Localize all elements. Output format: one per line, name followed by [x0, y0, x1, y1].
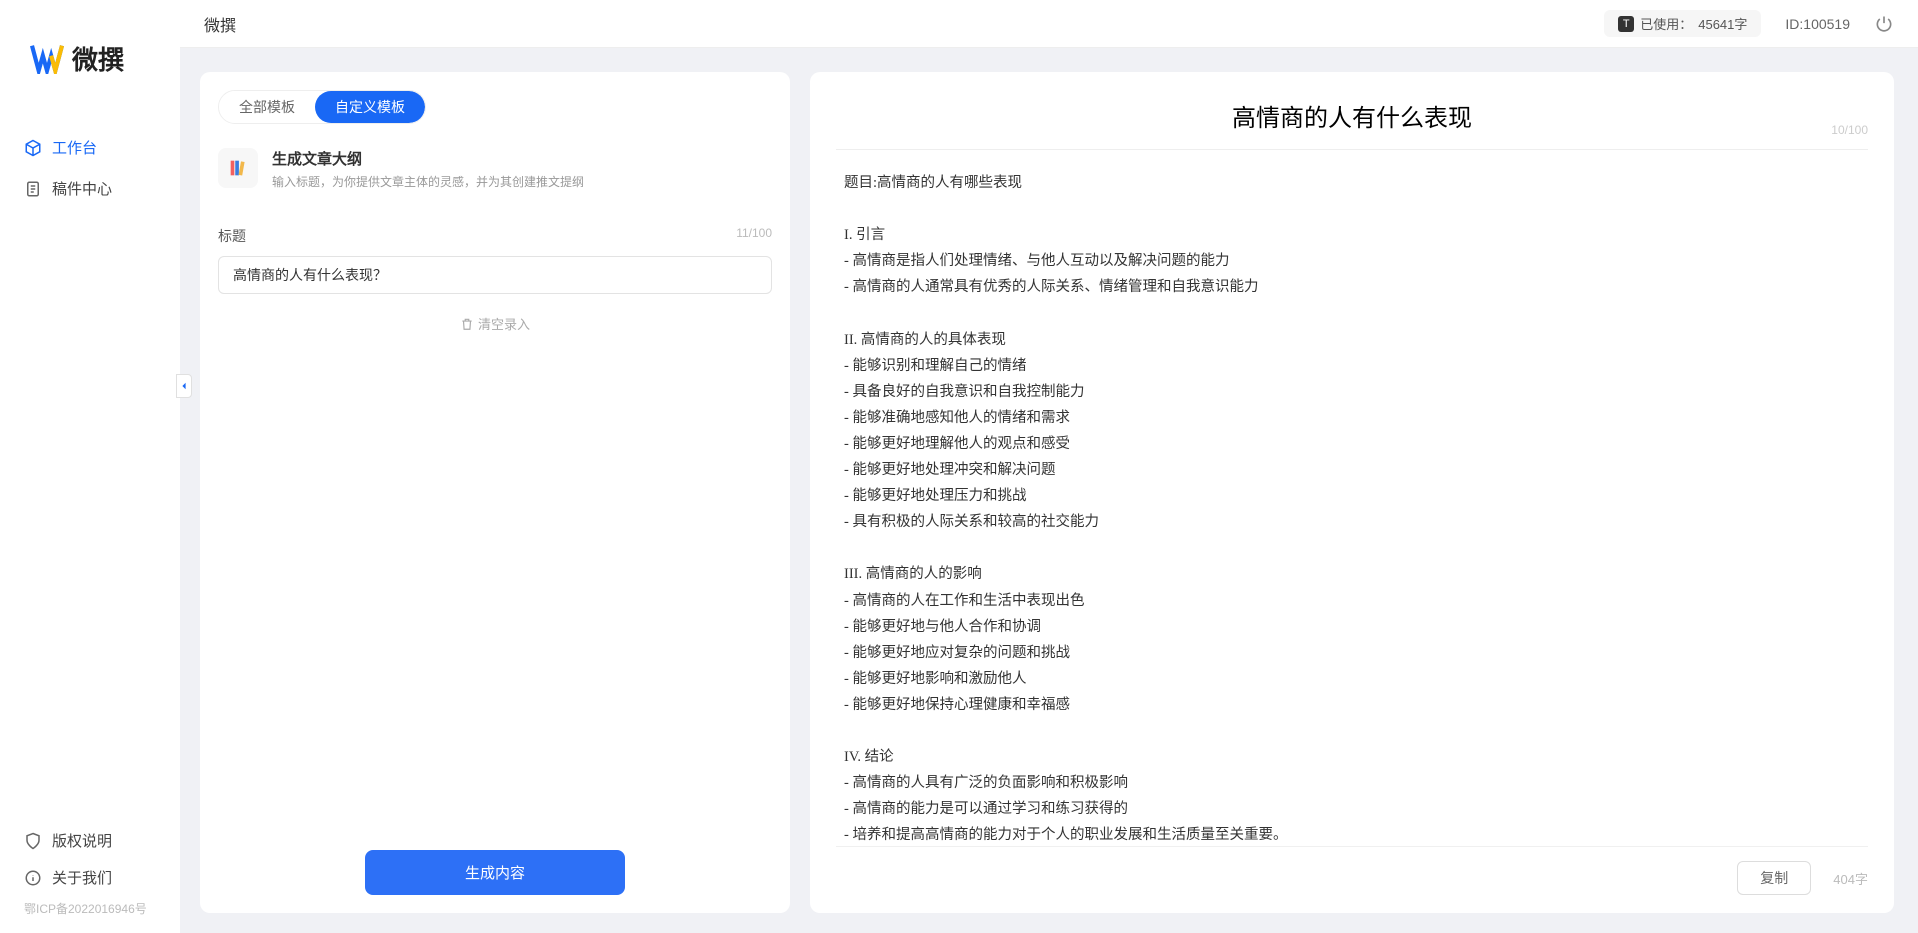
template-tabs: 全部模板 自定义模板	[218, 90, 426, 124]
logo-icon	[30, 44, 64, 74]
field-label: 标题	[218, 226, 246, 246]
content-area: 全部模板 自定义模板 生成文章大纲 输入标题，为你提供文章主体的灵感，并为其创建…	[180, 48, 1918, 933]
title-field-block: 标题 11/100	[218, 226, 772, 294]
text-badge-icon: T	[1618, 16, 1634, 32]
chevron-left-icon	[180, 382, 188, 390]
nav-about[interactable]: 关于我们	[0, 859, 180, 896]
icp-text: 鄂ICP备2022016946号	[0, 896, 180, 921]
sidebar-bottom: 版权说明 关于我们 鄂ICP备2022016946号	[0, 822, 180, 933]
nav-label: 关于我们	[52, 867, 112, 888]
copy-button[interactable]: 复制	[1737, 861, 1811, 895]
logo[interactable]: 微撰	[0, 0, 180, 107]
clear-label: 清空录入	[478, 314, 530, 333]
usage-value: 45641字	[1698, 14, 1747, 33]
generate-bar: 生成内容	[218, 830, 772, 895]
cube-icon	[24, 139, 42, 157]
collapse-handle[interactable]	[176, 374, 192, 398]
template-icon-box	[218, 148, 258, 188]
output-head: 高情商的人有什么表现 10/100	[836, 98, 1868, 150]
sidebar: 微撰 工作台 稿件中心 版权说明 关于我们 鄂ICP备202	[0, 0, 180, 933]
nav-drafts[interactable]: 稿件中心	[0, 168, 180, 209]
topbar-title: 微撰	[204, 12, 236, 36]
topbar-right: T 已使用： 45641字 ID:100519	[1604, 10, 1894, 37]
template-card: 生成文章大纲 输入标题，为你提供文章主体的灵感，并为其创建推文提纲	[218, 148, 772, 190]
template-meta: 生成文章大纲 输入标题，为你提供文章主体的灵感，并为其创建推文提纲	[272, 148, 584, 190]
nav-workspace[interactable]: 工作台	[0, 127, 180, 168]
char-counter: 11/100	[736, 226, 772, 246]
panel-left: 全部模板 自定义模板 生成文章大纲 输入标题，为你提供文章主体的灵感，并为其创建…	[200, 72, 790, 913]
word-count: 404字	[1833, 869, 1868, 888]
app: 微撰 工作台 稿件中心 版权说明 关于我们 鄂ICP备202	[0, 0, 1918, 933]
shield-icon	[24, 832, 42, 850]
brand-name: 微撰	[72, 40, 124, 77]
user-id: ID:100519	[1785, 16, 1850, 32]
nav-copyright[interactable]: 版权说明	[0, 822, 180, 859]
nav-label: 工作台	[52, 137, 97, 158]
clear-input-button[interactable]: 清空录入	[218, 314, 772, 333]
nav-label: 稿件中心	[52, 178, 112, 199]
trash-icon	[460, 317, 474, 331]
power-button[interactable]	[1874, 14, 1894, 34]
books-icon	[227, 157, 249, 179]
field-head: 标题 11/100	[218, 226, 772, 246]
nav-menu: 工作台 稿件中心	[0, 107, 180, 229]
output-footer: 复制 404字	[836, 846, 1868, 895]
info-icon	[24, 869, 42, 887]
document-icon	[24, 180, 42, 198]
usage-prefix: 已使用：	[1640, 14, 1692, 33]
power-icon	[1874, 14, 1894, 34]
title-input[interactable]	[218, 256, 772, 294]
usage-pill[interactable]: T 已使用： 45641字	[1604, 10, 1761, 37]
topbar: 微撰 T 已使用： 45641字 ID:100519	[180, 0, 1918, 48]
main: 微撰 T 已使用： 45641字 ID:100519 全部模板	[180, 0, 1918, 933]
panel-right: 高情商的人有什么表现 10/100 题目:高情商的人有哪些表现 I. 引言 - …	[810, 72, 1894, 913]
output-title: 高情商的人有什么表现	[1232, 98, 1472, 133]
generate-button[interactable]: 生成内容	[365, 850, 625, 895]
tab-custom[interactable]: 自定义模板	[315, 91, 425, 123]
template-title: 生成文章大纲	[272, 148, 584, 169]
template-desc: 输入标题，为你提供文章主体的灵感，并为其创建推文提纲	[272, 173, 584, 190]
output-title-counter: 10/100	[1831, 123, 1868, 137]
tab-all[interactable]: 全部模板	[219, 91, 315, 123]
nav-label: 版权说明	[52, 830, 112, 851]
output-body: 题目:高情商的人有哪些表现 I. 引言 - 高情商是指人们处理情绪、与他人互动以…	[836, 150, 1868, 846]
